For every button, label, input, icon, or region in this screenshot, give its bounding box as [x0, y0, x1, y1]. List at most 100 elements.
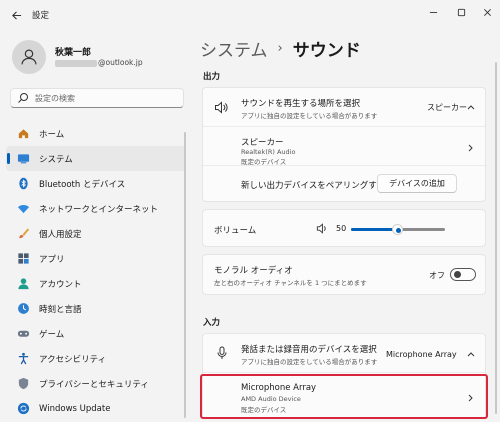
sidebar-item-personalization[interactable]: 個人用設定: [6, 221, 186, 246]
toggle-knob: [454, 271, 461, 278]
mono-audio-subtitle: 左と右のオーディオ チャンネルを 1 つにまとめます: [214, 279, 367, 287]
output-device-status: 既定のデバイス: [241, 158, 287, 166]
close-icon: [483, 8, 491, 16]
sidebar-item-gaming[interactable]: ゲーム: [6, 321, 186, 346]
account-icon: [16, 277, 30, 291]
sidebar-item-label: システム: [39, 154, 73, 165]
sidebar-scrollbar[interactable]: [184, 132, 186, 418]
back-button[interactable]: [8, 7, 24, 23]
search-input[interactable]: [35, 93, 175, 103]
close-button[interactable]: [476, 4, 498, 20]
input-device-name: Microphone Array: [241, 383, 317, 393]
volume-value: 50: [336, 224, 347, 233]
add-device-button[interactable]: デバイスの追加: [377, 174, 457, 193]
user-email-domain: @outlook.jp: [98, 58, 143, 67]
sidebar-item-system[interactable]: システム: [6, 146, 186, 171]
output-section-label: 出力: [203, 72, 221, 82]
volume-slider-fill: [351, 228, 398, 231]
volume-label: ボリューム: [214, 226, 257, 236]
maximize-icon: [457, 8, 465, 16]
sidebar-item-label: ホーム: [39, 129, 65, 140]
chevron-right-icon: [468, 394, 473, 402]
wifi-icon: [16, 202, 30, 216]
pair-output-row: 新しい出力デバイスをペアリングする デバイスの追加: [203, 167, 485, 201]
system-icon: [16, 152, 30, 166]
input-device-row[interactable]: Microphone Array AMD Audio Device 既定のデバイ…: [203, 374, 485, 418]
user-name: 秋葉一郎: [55, 48, 92, 58]
search-icon: [18, 93, 28, 103]
mono-audio-card: モノラル オーディオ 左と右のオーディオ チャンネルを 1 つにまとめます オフ: [202, 254, 486, 295]
sidebar-item-label: 時刻と言語: [39, 304, 82, 315]
volume-slider-thumb-core: [395, 227, 401, 233]
sidebar-item-label: プライバシーとセキュリティ: [39, 379, 149, 390]
output-choose-subtitle: アプリに独自の設定をしている場合があります: [241, 112, 378, 120]
search-box[interactable]: [10, 88, 184, 108]
input-choose-title: 発話または録音用のデバイスを選択: [241, 345, 377, 355]
sidebar-item-apps[interactable]: アプリ: [6, 246, 186, 271]
user-icon: [21, 49, 37, 65]
breadcrumb-separator: ›: [277, 41, 283, 56]
volume-icon[interactable]: [316, 223, 328, 234]
sidebar-item-privacy[interactable]: プライバシーとセキュリティ: [6, 371, 186, 396]
minimize-icon: [429, 11, 437, 13]
sidebar-item-label: ゲーム: [39, 329, 65, 340]
output-card: サウンドを再生する場所を選択 アプリに独自の設定をしている場合があります スピー…: [202, 87, 486, 202]
breadcrumb: システム › サウンド: [200, 36, 361, 61]
output-choose-row[interactable]: サウンドを再生する場所を選択 アプリに独自の設定をしている場合があります スピー…: [203, 88, 485, 127]
title-bar: 設定: [0, 0, 500, 30]
chevron-up-icon[interactable]: [467, 104, 475, 110]
back-arrow-icon: [11, 10, 21, 20]
sidebar-item-label: Windows Update: [39, 403, 111, 414]
sidebar-item-time-language[interactable]: 時刻と言語: [6, 296, 186, 321]
output-current-device: スピーカー: [427, 103, 467, 112]
breadcrumb-parent[interactable]: システム: [200, 36, 268, 61]
output-choose-title: サウンドを再生する場所を選択: [241, 99, 361, 109]
volume-card: ボリューム 50: [202, 209, 486, 247]
bluetooth-icon: [16, 177, 30, 191]
maximize-button[interactable]: [450, 4, 472, 20]
page-title: サウンド: [292, 41, 361, 61]
sidebar-item-bluetooth[interactable]: Bluetooth とデバイス: [6, 171, 186, 196]
sidebar-item-label: Bluetooth とデバイス: [39, 179, 126, 190]
mono-audio-toggle[interactable]: [450, 268, 476, 281]
input-choose-row[interactable]: 発話または録音用のデバイスを選択 アプリに独自の設定をしている場合があります M…: [203, 334, 485, 373]
pair-output-label: 新しい出力デバイスをペアリングする: [241, 181, 386, 191]
gamepad-icon: [16, 327, 30, 341]
sidebar-item-windows-update[interactable]: Windows Update: [6, 396, 186, 421]
home-icon: [16, 127, 30, 141]
input-choose-subtitle: アプリに独自の設定をしている場合があります: [241, 358, 378, 366]
sidebar-item-home[interactable]: ホーム: [6, 121, 186, 146]
sidebar-item-label: アプリ: [39, 254, 65, 265]
update-icon: [16, 402, 30, 416]
input-section-label: 入力: [203, 318, 221, 328]
chevron-up-icon[interactable]: [467, 351, 475, 357]
apps-icon: [16, 252, 30, 266]
sidebar-item-accessibility[interactable]: アクセシビリティ: [6, 346, 186, 371]
avatar[interactable]: [12, 40, 46, 74]
input-device-status: 既定のデバイス: [241, 406, 287, 414]
brush-icon: [16, 227, 30, 241]
accessibility-icon: [16, 352, 30, 366]
user-email: @outlook.jp: [55, 58, 143, 67]
sidebar-item-network[interactable]: ネットワークとインターネット: [6, 196, 186, 221]
output-device-driver: Realtek(R) Audio: [241, 148, 296, 156]
output-device-row[interactable]: スピーカー Realtek(R) Audio 既定のデバイス: [203, 128, 485, 166]
output-device-name: スピーカー: [241, 138, 284, 148]
sidebar-item-accounts[interactable]: アカウント: [6, 271, 186, 296]
mono-audio-title: モノラル オーディオ: [214, 266, 293, 276]
volume-slider-thumb[interactable]: [392, 224, 403, 235]
shield-icon: [16, 377, 30, 391]
sidebar-item-label: アカウント: [39, 279, 82, 290]
window-title: 設定: [32, 11, 50, 21]
time-language-icon: [16, 302, 30, 316]
minimize-button[interactable]: [422, 4, 444, 20]
input-current-device: Microphone Array: [386, 350, 457, 359]
sidebar-item-label: 個人用設定: [39, 229, 82, 240]
redacted-email-part: [55, 59, 97, 67]
mono-audio-state: オフ: [429, 271, 445, 280]
sidebar-item-label: アクセシビリティ: [39, 354, 107, 365]
main-scrollbar[interactable]: [495, 62, 497, 414]
sidebar-item-label: ネットワークとインターネット: [39, 204, 159, 215]
speaker-icon: [215, 101, 228, 114]
microphone-icon: [217, 346, 227, 359]
